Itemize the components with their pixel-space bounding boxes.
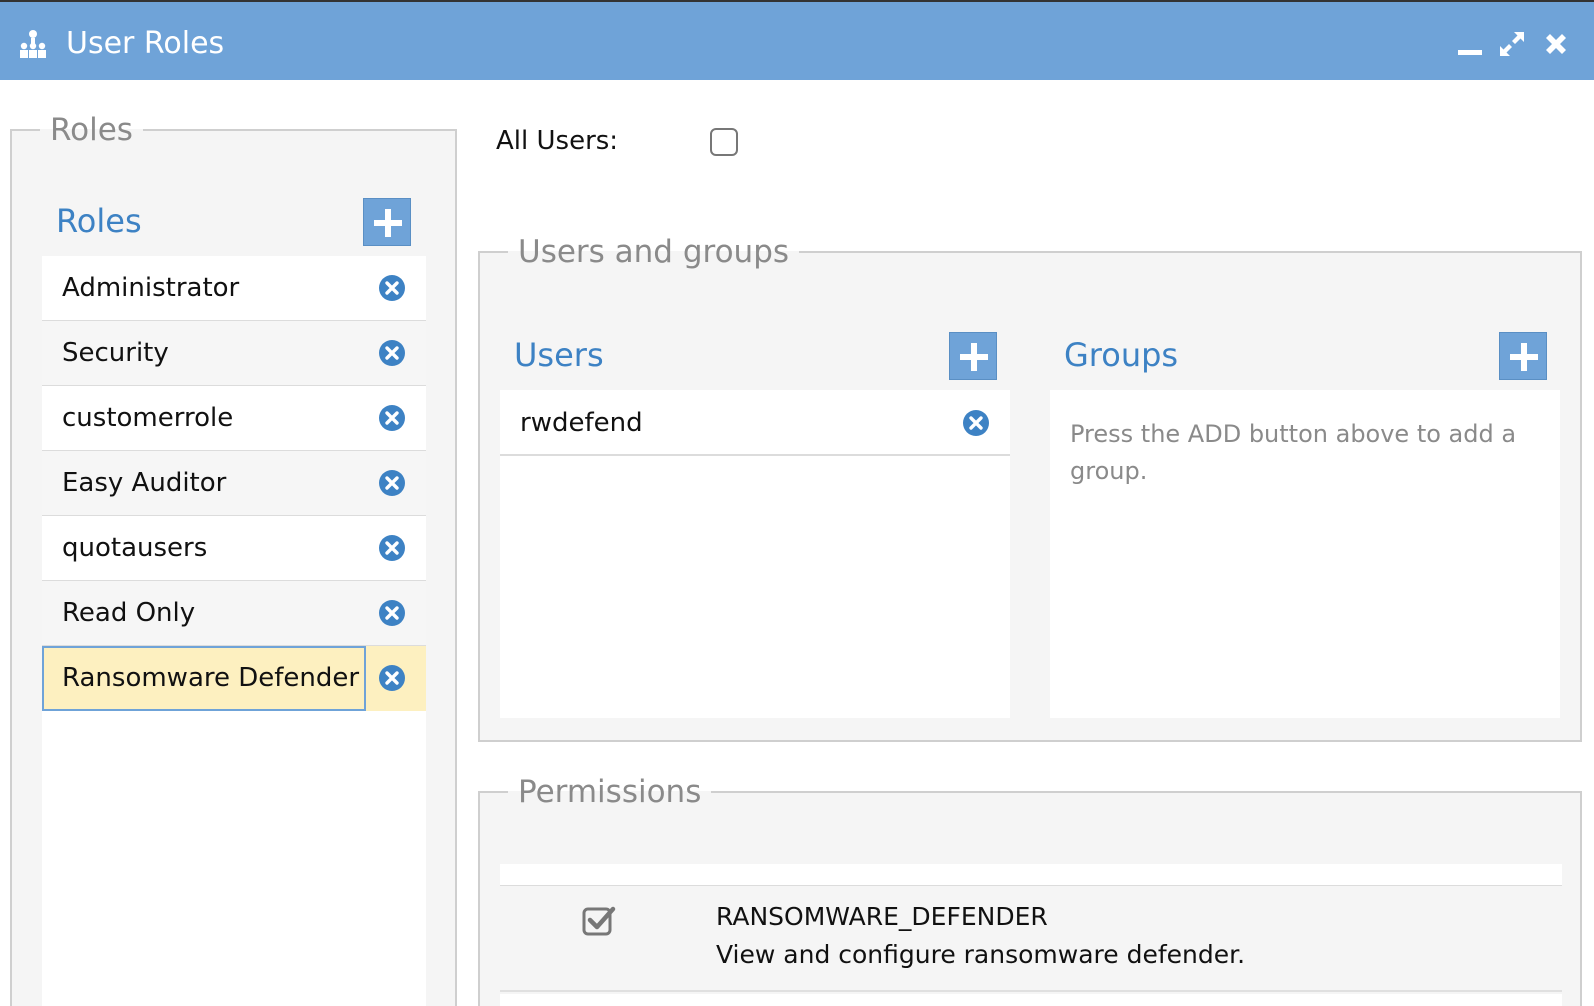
role-label: quotausers [62, 533, 208, 563]
remove-role-icon[interactable] [378, 469, 406, 497]
groups-panel-header: Groups [1050, 318, 1560, 390]
roles-panel-header: Roles [42, 184, 426, 256]
permission-row-partial [500, 994, 1562, 1006]
user-row[interactable]: rwdefend [500, 390, 1010, 456]
maximize-icon[interactable] [1496, 28, 1528, 60]
add-group-button[interactable] [1499, 332, 1547, 380]
hierarchy-icon [20, 30, 46, 58]
remove-role-icon[interactable] [378, 404, 406, 432]
plus-icon [960, 343, 988, 371]
permissions-legend: Permissions [518, 774, 702, 810]
role-row[interactable]: Security [42, 321, 426, 386]
close-icon[interactable] [1540, 28, 1572, 60]
groups-panel-title: Groups [1064, 336, 1179, 374]
role-label: Administrator [62, 273, 240, 303]
role-label: customerrole [62, 403, 234, 433]
checked-checkbox-icon[interactable] [582, 904, 616, 936]
role-label: Security [62, 338, 169, 368]
role-row[interactable]: Administrator [42, 256, 426, 321]
plus-icon [374, 209, 402, 237]
permission-row[interactable]: RANSOMWARE_DEFENDER View and configure r… [500, 886, 1562, 992]
permission-name: RANSOMWARE_DEFENDER [716, 902, 1048, 931]
remove-role-icon[interactable] [378, 274, 406, 302]
groups-panel: Groups Press the ADD button above to add… [1050, 318, 1560, 718]
users-panel-header: Users [500, 318, 1010, 390]
permission-row-partial [500, 864, 1562, 886]
remove-role-icon[interactable] [378, 339, 406, 367]
users-panel-title: Users [514, 336, 604, 374]
roles-panel: Roles Administrator Security customerrole E… [42, 184, 426, 1006]
plus-icon [1510, 343, 1538, 371]
role-row[interactable]: Easy Auditor [42, 451, 426, 516]
all-users-label: All Users: [496, 126, 619, 156]
add-user-button[interactable] [949, 332, 997, 380]
remove-role-icon[interactable] [378, 599, 406, 627]
users-and-groups-legend: Users and groups [518, 234, 790, 270]
minimize-icon[interactable] [1454, 28, 1486, 60]
remove-role-icon[interactable] [378, 534, 406, 562]
all-users-checkbox[interactable] [710, 128, 738, 156]
role-row[interactable]: Read Only [42, 581, 426, 646]
role-label: Read Only [62, 598, 196, 628]
remove-user-icon[interactable] [962, 409, 990, 437]
permissions-list[interactable]: RANSOMWARE_DEFENDER View and configure r… [500, 864, 1562, 1006]
title-bar[interactable]: User Roles [0, 0, 1594, 80]
users-panel: Users rwdefend [500, 318, 1010, 718]
groups-empty-message: Press the ADD button above to add a grou… [1070, 420, 1517, 485]
window-title: User Roles [66, 26, 225, 61]
role-row[interactable]: customerrole [42, 386, 426, 451]
roles-legend: Roles [50, 112, 133, 148]
role-row[interactable]: Ransomware Defender [42, 646, 426, 711]
add-role-button[interactable] [363, 198, 411, 246]
role-label: Easy Auditor [62, 468, 227, 498]
roles-panel-title: Roles [56, 202, 142, 240]
role-row[interactable]: quotausers [42, 516, 426, 581]
user-label: rwdefend [520, 408, 643, 438]
user-roles-window: User Roles Roles Roles Administrator Secu… [0, 0, 1594, 1006]
role-label: Ransomware Defender [62, 663, 360, 693]
permission-description: View and configure ransomware defender. [716, 940, 1246, 969]
remove-role-icon[interactable] [378, 664, 406, 692]
